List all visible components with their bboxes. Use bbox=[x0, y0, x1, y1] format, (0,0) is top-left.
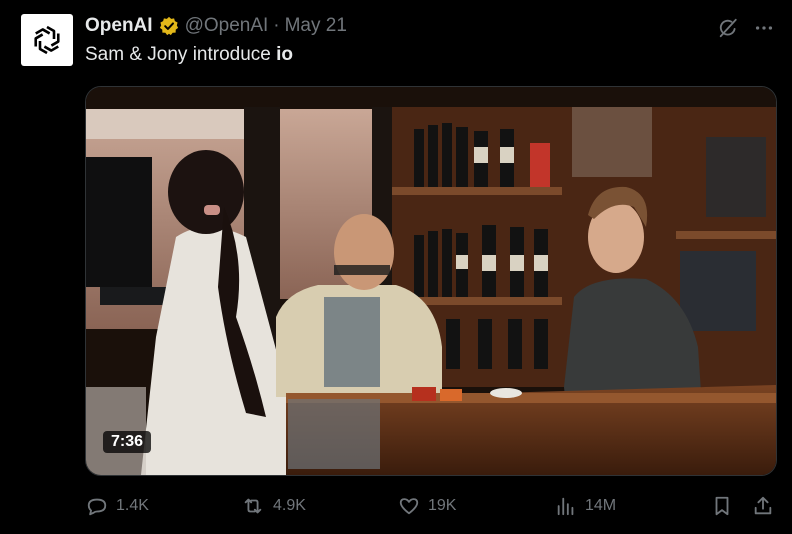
tweet-text-main: Sam & Jony introduce bbox=[85, 44, 277, 65]
author-name[interactable]: OpenAI bbox=[85, 15, 153, 37]
reply-button[interactable]: 1.4K bbox=[86, 490, 149, 522]
views-count: 14M bbox=[585, 497, 617, 514]
like-button[interactable]: 19K bbox=[398, 490, 456, 522]
share-icon bbox=[754, 496, 772, 515]
author-handle[interactable]: @OpenAI bbox=[185, 15, 269, 37]
tweet-header: OpenAI @OpenAI · May 21 bbox=[85, 14, 347, 38]
video-frame bbox=[86, 87, 776, 475]
more-icon[interactable] bbox=[752, 16, 776, 40]
views-icon bbox=[557, 497, 574, 516]
share-button[interactable] bbox=[752, 490, 782, 522]
separator-dot: · bbox=[273, 15, 280, 36]
bookmark-button[interactable] bbox=[711, 490, 741, 522]
tweet-date[interactable]: May 21 bbox=[285, 15, 347, 37]
openai-logo-icon bbox=[34, 25, 60, 55]
like-icon bbox=[399, 498, 419, 515]
repost-button[interactable]: 4.9K bbox=[241, 490, 306, 522]
author-avatar[interactable] bbox=[21, 14, 73, 66]
tweet-text: Sam & Jony introduce io bbox=[85, 44, 293, 66]
video-duration: 7:36 bbox=[103, 431, 152, 453]
reply-count: 1.4K bbox=[116, 497, 149, 514]
tweet-text-bold: io bbox=[276, 44, 294, 65]
reply-icon bbox=[87, 498, 107, 516]
views-button[interactable]: 14M bbox=[555, 490, 616, 522]
video-player[interactable] bbox=[85, 86, 777, 476]
like-count: 19K bbox=[428, 497, 457, 514]
grok-icon[interactable] bbox=[716, 16, 740, 40]
bookmark-icon bbox=[715, 496, 729, 516]
verified-badge-icon[interactable] bbox=[159, 16, 179, 36]
action-bar: 1.4K 4.9K 19K 14M bbox=[0, 490, 792, 522]
repost-icon bbox=[244, 498, 262, 514]
repost-count: 4.9K bbox=[273, 497, 306, 514]
